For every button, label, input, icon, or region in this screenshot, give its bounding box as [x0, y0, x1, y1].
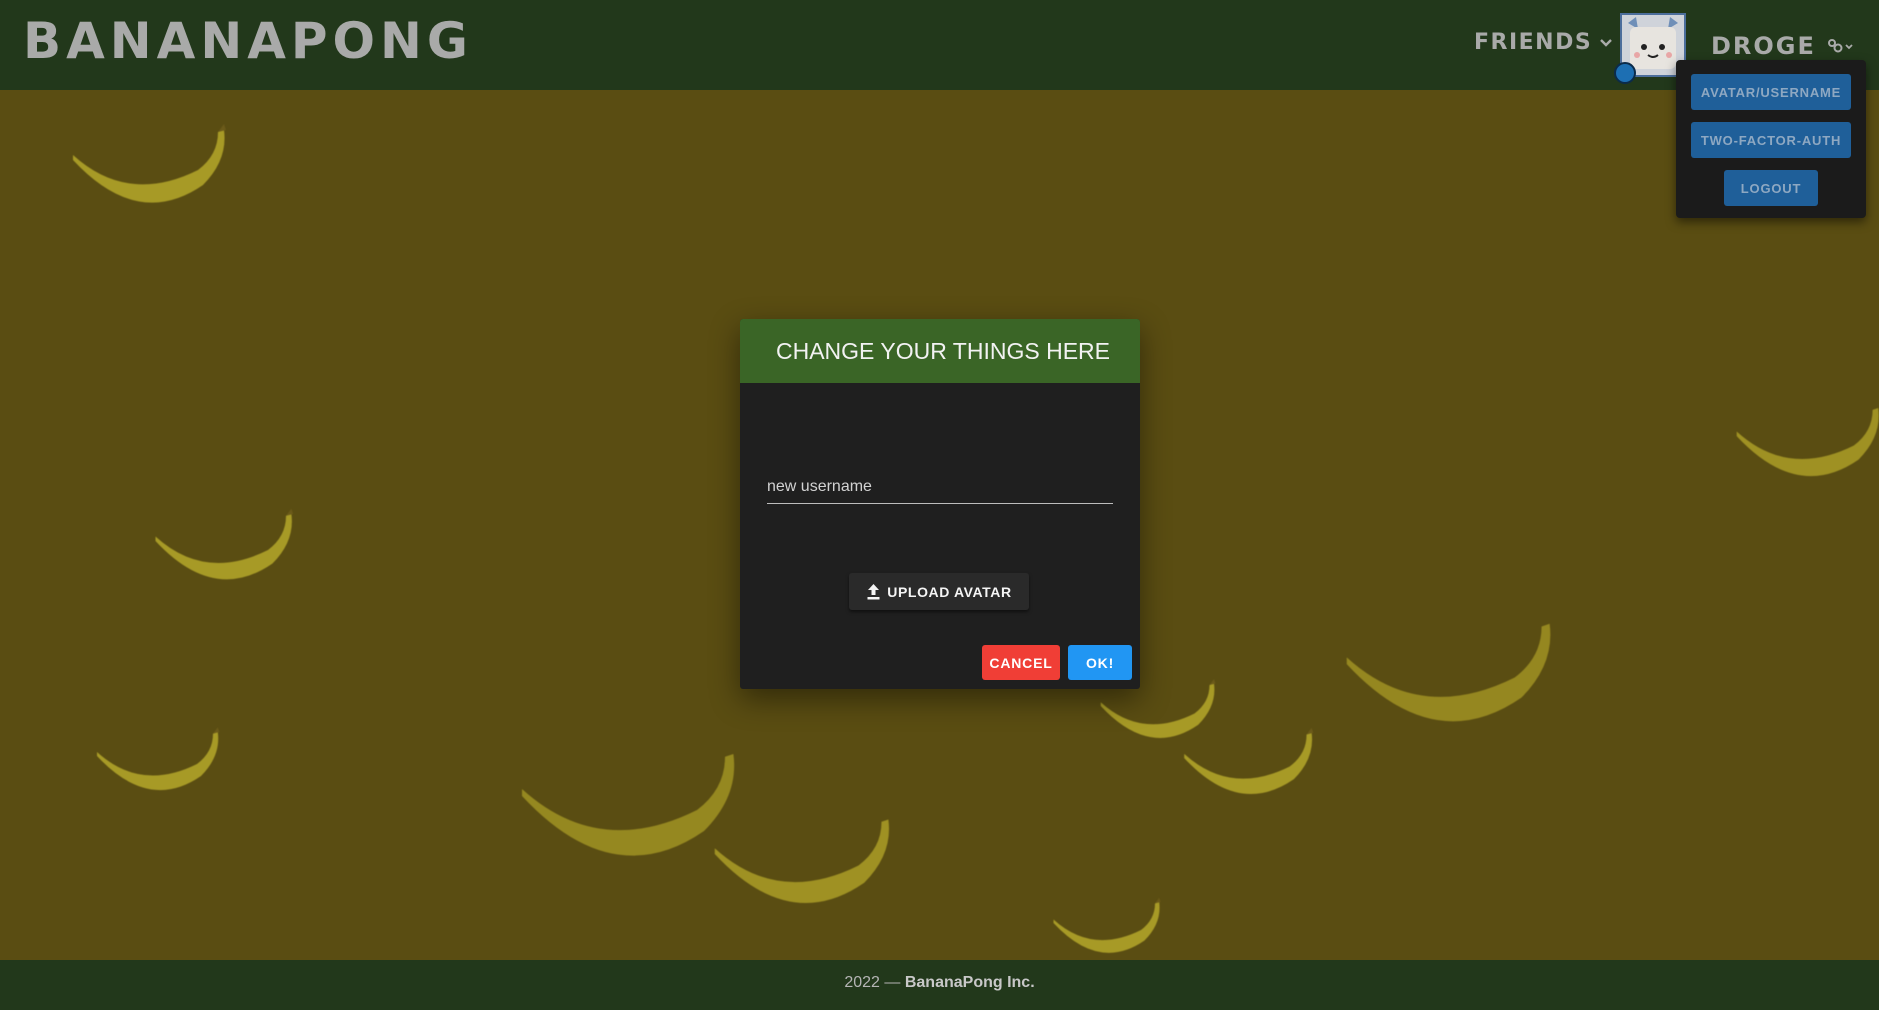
friends-label: FRIENDS: [1474, 30, 1593, 55]
app-logo[interactable]: BANANAPONG: [23, 12, 473, 70]
status-indicator: [1614, 62, 1636, 84]
dialog-header: CHANGE YOUR THINGS HERE: [740, 319, 1140, 383]
username-label[interactable]: DROGE: [1711, 32, 1816, 60]
two-factor-auth-menu-item[interactable]: TWO-FACTOR-AUTH: [1691, 122, 1851, 158]
banana-image: [1184, 727, 1314, 795]
upload-avatar-button[interactable]: UPLOAD AVATAR: [849, 573, 1029, 610]
banana-image: [714, 819, 890, 903]
ok-button[interactable]: OK!: [1068, 645, 1132, 680]
footer-company: BananaPong Inc.: [904, 974, 1035, 991]
banana-image: [1736, 408, 1879, 477]
upload-icon: [867, 584, 880, 600]
logout-menu-item[interactable]: LOGOUT: [1724, 170, 1818, 206]
banana-image: [155, 508, 294, 580]
change-profile-dialog: CHANGE YOUR THINGS HERE new username UPL…: [740, 319, 1140, 689]
avatar-username-menu-item[interactable]: AVATAR/USERNAME: [1691, 74, 1851, 110]
gear-icon: [1828, 39, 1853, 53]
footer-year: 2022 —: [844, 974, 901, 991]
top-navbar: BANANAPONG FRIENDS DROGE: [0, 0, 1879, 90]
upload-avatar-label: UPLOAD AVATAR: [887, 583, 1012, 600]
banana-image: [97, 727, 220, 791]
user-menu: AVATAR/USERNAME TWO-FACTOR-AUTH LOGOUT: [1676, 60, 1866, 218]
banana-image: [1346, 623, 1551, 722]
friends-dropdown[interactable]: FRIENDS: [1474, 30, 1614, 55]
chevron-down-icon: [1600, 38, 1613, 47]
dialog-title: CHANGE YOUR THINGS HERE: [776, 338, 1110, 364]
new-username-input[interactable]: [767, 469, 1113, 504]
footer: 2022 — BananaPong Inc.: [0, 960, 1879, 1010]
cancel-button[interactable]: CANCEL: [982, 645, 1060, 680]
settings-dropdown[interactable]: [1826, 34, 1856, 58]
footer-text: 2022 — BananaPong Inc.: [0, 974, 1879, 992]
banana-image: [73, 124, 226, 203]
banana-image: [1053, 897, 1161, 953]
